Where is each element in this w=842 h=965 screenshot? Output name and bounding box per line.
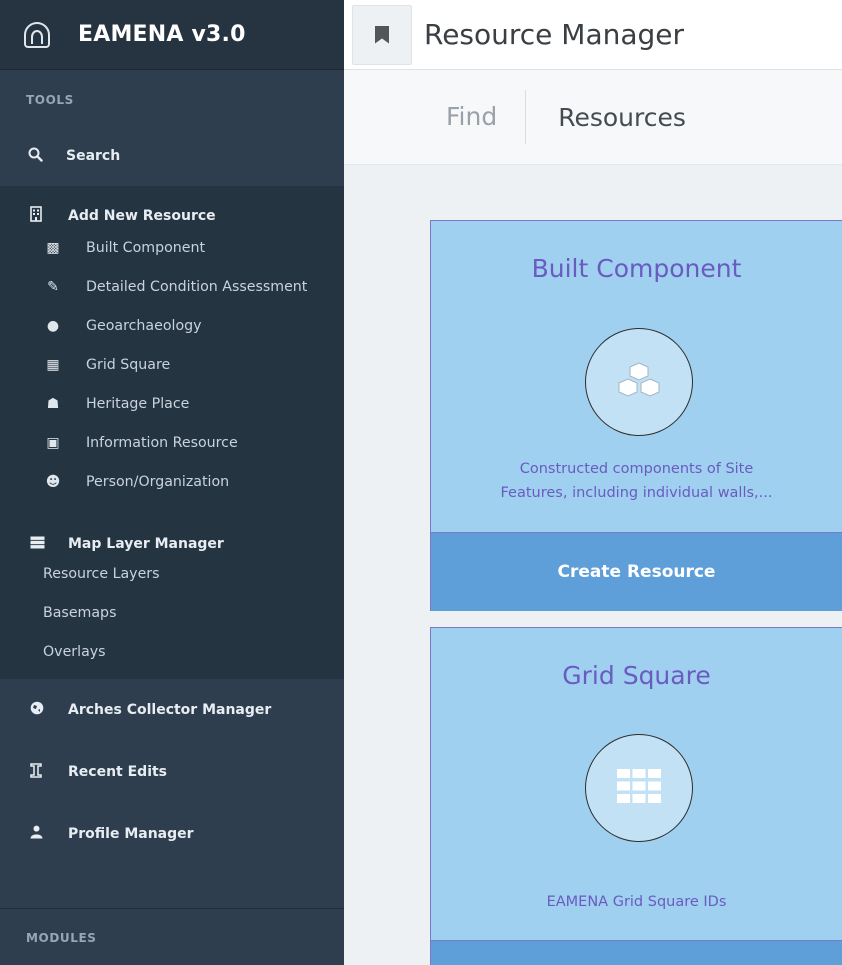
- grid-icon: ▦: [46, 356, 60, 373]
- create-resource-button[interactable]: [431, 940, 842, 965]
- server-icon: [30, 536, 46, 553]
- sidebar-item-recent-edits[interactable]: Recent Edits: [0, 741, 344, 803]
- sidebar-item-heritage-place[interactable]: ☗ Heritage Place: [0, 384, 344, 423]
- card-description-line: Constructed components of Site: [519, 461, 754, 477]
- card-description: Constructed components of Site Features,…: [431, 457, 842, 505]
- sidebar-item-label: Map Layer Manager: [68, 536, 224, 552]
- sidebar-item-label: Information Resource: [86, 434, 238, 451]
- grid-icon: [617, 769, 661, 807]
- modules-section-label: MODULES: [0, 908, 344, 965]
- institution-icon: ☗: [46, 395, 60, 412]
- add-new-resource-group: Add New Resource ▩ Built Component ✎ Det…: [0, 186, 344, 679]
- bookmark-icon: [375, 25, 389, 44]
- sidebar-item-label: Detailed Condition Assessment: [86, 278, 308, 295]
- page-header: Resource Manager: [344, 0, 842, 70]
- edit-icon: ✎: [47, 278, 59, 295]
- sidebar: EAMENA v3.0 TOOLS Search Add New Resourc…: [0, 0, 344, 965]
- image-file-icon: ▣: [46, 434, 60, 451]
- globe-icon: [30, 701, 46, 719]
- cubes-icon: [616, 361, 662, 403]
- sidebar-item-label: Resource Layers: [43, 565, 160, 582]
- sidebar-item-geoarchaeology[interactable]: ● Geoarchaeology: [0, 306, 344, 345]
- brand-bar[interactable]: EAMENA v3.0: [0, 0, 344, 70]
- sidebar-item-label: Basemaps: [43, 604, 117, 621]
- building-icon: [30, 206, 46, 226]
- breadcrumb: Find Resources: [344, 70, 842, 165]
- sidebar-item-overlays[interactable]: Overlays: [0, 632, 344, 671]
- sidebar-item-label: Profile Manager: [68, 826, 194, 842]
- card-description: EAMENA Grid Square IDs: [546, 894, 727, 910]
- card-title: Grid Square: [562, 661, 711, 690]
- sidebar-item-label: Overlays: [43, 643, 106, 660]
- sidebar-item-label: Built Component: [86, 239, 206, 256]
- sidebar-item-resource-layers[interactable]: Resource Layers: [0, 554, 344, 593]
- app-title: EAMENA v3.0: [78, 22, 246, 47]
- sidebar-item-label: Geoarchaeology: [86, 317, 202, 334]
- resource-card-built-component: Built Component Constructed components o…: [430, 220, 842, 611]
- sidebar-item-profile-manager[interactable]: Profile Manager: [0, 803, 344, 865]
- resource-card-grid-square: Grid Square EAMENA Grid Square IDs: [430, 627, 842, 965]
- sidebar-item-person-organization[interactable]: ☻ Person/Organization: [0, 462, 344, 501]
- arches-logo-icon: [24, 21, 50, 48]
- sidebar-item-built-component[interactable]: ▩ Built Component: [0, 228, 344, 267]
- sidebar-item-grid-square[interactable]: ▦ Grid Square: [0, 345, 344, 384]
- globe-icon: ●: [46, 317, 60, 334]
- sidebar-item-search[interactable]: Search: [0, 126, 344, 186]
- card-description-line: Features, including individual walls,...: [500, 485, 773, 501]
- sidebar-item-label: Add New Resource: [68, 208, 216, 224]
- card-title: Built Component: [531, 254, 742, 283]
- search-icon: [28, 147, 44, 166]
- sidebar-item-label: Search: [66, 148, 121, 164]
- sidebar-item-label: Arches Collector Manager: [68, 702, 272, 718]
- sidebar-item-label: Grid Square: [86, 356, 171, 373]
- tools-section-label: TOOLS: [26, 93, 74, 107]
- users-icon: ☻: [45, 473, 61, 490]
- sidebar-item-arches-collector-manager[interactable]: Arches Collector Manager: [0, 679, 344, 741]
- sidebar-item-information-resource[interactable]: ▣ Information Resource: [0, 423, 344, 462]
- cubes-icon: ▩: [46, 239, 60, 256]
- sidebar-item-detailed-condition-assessment[interactable]: ✎ Detailed Condition Assessment: [0, 267, 344, 306]
- breadcrumb-find[interactable]: Find: [446, 90, 527, 144]
- recent-edits-icon: [30, 762, 46, 782]
- create-resource-button[interactable]: Create Resource: [431, 532, 842, 611]
- sidebar-item-label: Person/Organization: [86, 473, 230, 490]
- user-icon: [30, 825, 46, 843]
- sidebar-item-label: Heritage Place: [86, 395, 190, 412]
- page-title: Resource Manager: [424, 18, 685, 51]
- card-icon-circle: [585, 328, 693, 436]
- sidebar-item-basemaps[interactable]: Basemaps: [0, 593, 344, 632]
- bookmark-button[interactable]: [352, 4, 412, 65]
- sidebar-item-label: Recent Edits: [68, 764, 168, 780]
- card-icon-circle: [585, 734, 693, 842]
- breadcrumb-resources: Resources: [558, 102, 686, 132]
